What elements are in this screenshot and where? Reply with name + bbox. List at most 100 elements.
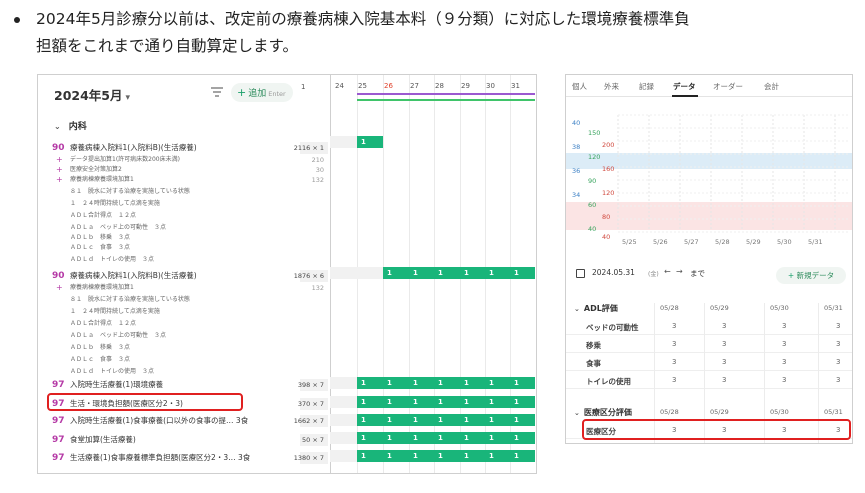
row-name: 生活療養(1)食事療養標準負担額(医療区分2・3… 3食 [70,453,251,462]
billing-row[interactable]: ＡＤＬ合計得点 １２点 [38,318,328,330]
x-axis-date-label: 5/31 [808,238,823,246]
gantt-day-27: 27 [410,82,419,90]
chevron-right-icon[interactable]: → [676,267,683,276]
gantt-bar-row-5[interactable]: 1 1 1 1 1 1 1 [357,414,535,426]
column-date: 05/28 [660,304,679,312]
evaluation-value[interactable]: 3 [836,322,840,330]
billing-row[interactable]: 90 療養病棟入院料1(入院料B)(生活療養) 2116 × 1 [38,142,328,154]
billing-row[interactable]: １ ２４時間持続して点滴を実施 [38,198,328,210]
section-title[interactable]: ⌄ ADL評価 [574,303,618,314]
billing-row[interactable]: ＡＤＬｄ トイレの使用 ３点 [38,366,328,378]
evaluation-value[interactable]: 3 [672,340,676,348]
gantt-empty-band [330,377,357,389]
filter-icon[interactable] [211,87,223,97]
billing-row[interactable]: ＡＤＬｄ トイレの使用 ３点 [38,254,328,266]
row-name: ８１ 脱水に対する治療を実施している状態 [70,296,190,303]
evaluation-value[interactable]: 3 [782,376,786,384]
evaluation-value[interactable]: 3 [836,358,840,366]
gantt-bar-row-7[interactable]: 1 1 1 1 1 1 1 [357,450,535,462]
billing-row[interactable]: + 療養病棟療養環境加算1 132 [38,174,328,186]
gantt-cell-count: 1 [438,269,443,277]
evaluation-row[interactable]: ベッドの可動性 3 3 3 3 [566,319,852,335]
evaluation-value[interactable]: 3 [722,340,726,348]
evaluation-value[interactable]: 3 [672,376,676,384]
gantt-cell-count: 1 [514,269,519,277]
billing-row[interactable]: 97 生活療養(1)食事療養標準負担額(医療区分2・3… 3食 1380 × 7 [38,452,328,464]
month-selector[interactable]: 2024年5月 ▾ [54,85,130,104]
row-name: １ ２４時間持続して点滴を実施 [70,308,160,315]
tab-outpatient[interactable]: 外来 [604,81,619,92]
billing-row[interactable]: ＡＤＬｃ 食事 ３点 [38,354,328,366]
evaluation-value[interactable]: 3 [722,322,726,330]
row-code: 90 [52,271,65,281]
section-title-text: 医療区分評価 [583,408,632,417]
gantt-bar-row-3[interactable]: 1 1 1 1 1 1 1 [357,377,535,389]
column-date: 05/30 [770,408,789,416]
tab-personal[interactable]: 個人 [572,81,587,92]
gantt-bar-row-1[interactable]: 1 [357,136,383,148]
billing-row[interactable]: 97 食堂加算(生活療養) 50 × 7 [38,434,328,446]
new-data-label: 新規データ [796,271,835,280]
section-internal-medicine[interactable]: ⌄ 内科 [54,119,87,132]
gantt-bar-row-4[interactable]: 1 1 1 1 1 1 1 [357,396,535,408]
evaluation-row[interactable]: トイレの使用 3 3 3 3 [566,373,852,389]
billing-row[interactable]: 97 入院時生活療養(1)環境療養 398 × 7 [38,379,328,391]
billing-list: 2024年5月 ▾ + 追加 Enter 1 ⌄ 内科 90 療養病棟入院料1(入院料B)… [38,75,328,473]
evaluation-value[interactable]: 3 [672,358,676,366]
add-label: 追加 [248,89,267,99]
billing-row[interactable]: ＡＤＬ合計得点 １２点 [38,210,328,222]
chevron-left-icon[interactable]: ← [664,267,671,276]
axis-tick-label: 120 [588,153,601,161]
evaluation-value[interactable]: 3 [782,358,786,366]
evaluation-value[interactable]: 3 [722,376,726,384]
x-axis-date-label: 5/25 [622,238,637,246]
tab-accounting[interactable]: 会計 [764,81,779,92]
evaluation-value[interactable]: 3 [782,340,786,348]
evaluation-value[interactable]: 3 [722,358,726,366]
gantt-cell-count: 1 [464,416,469,424]
gantt-cell-count: 1 [387,434,392,442]
evaluation-row[interactable]: 食事 3 3 3 3 [566,355,852,371]
billing-row[interactable]: ８１ 脱水に対する治療を実施している状態 [38,294,328,306]
tab-orders[interactable]: オーダー [713,81,743,92]
vitals-chart-svg [566,114,852,233]
evaluation-value[interactable]: 3 [782,322,786,330]
billing-row[interactable]: 97 入院時生活療養(1)食事療養(口以外の食事の提… 3食 1662 × 7 [38,415,328,427]
calendar-icon[interactable] [576,269,585,278]
section-title-text: ADL評価 [583,304,618,313]
gantt-cell-count: 1 [489,398,494,406]
gantt-cell-count: 1 [464,398,469,406]
row-name: ＡＤＬｃ 食事 ３点 [70,356,131,363]
evaluation-value[interactable]: 3 [836,376,840,384]
add-button[interactable]: + 追加 Enter [231,83,293,102]
billing-row[interactable]: 90 療養病棟入院料1(入院料B)(生活療養) 1876 × 6 [38,270,328,282]
gantt-cell-count: 1 [489,452,494,460]
gantt-bar-row-6[interactable]: 1 1 1 1 1 1 1 [357,432,535,444]
billing-row[interactable]: ＡＤＬｃ 食事 ３点 [38,242,328,254]
billing-row[interactable]: + 療養病棟療養環境加算1 132 [38,282,328,294]
column-date: 05/30 [770,304,789,312]
evaluation-value[interactable]: 3 [836,340,840,348]
gantt-bar-row-2[interactable]: 1 1 1 1 1 1 [383,267,535,279]
date-value[interactable]: 2024.05.31 [592,268,635,277]
row-code: 97 [52,435,65,445]
column-date: 05/29 [710,304,729,312]
tab-bar: 個人 外来 記録 データ オーダー 会計 [566,75,852,97]
billing-row[interactable]: ＡＤＬｂ 移乗 ３点 [38,342,328,354]
new-data-button[interactable]: + 新規データ [776,267,846,284]
gantt-cell-count: 1 [361,398,366,406]
billing-row[interactable]: ＡＤＬａ ベッド上の可動性 ３点 [38,330,328,342]
row-name: 入院時生活療養(1)環境療養 [70,380,164,389]
axis-tick-label: 160 [602,165,615,173]
weekday: (金) [648,271,659,278]
tab-records[interactable]: 記録 [639,81,654,92]
evaluation-row[interactable]: 移乗 3 3 3 3 [566,337,852,353]
gantt-empty-band [330,396,357,408]
billing-row[interactable]: ８１ 脱水に対する治療を実施している状態 [38,186,328,198]
gantt-cell-count: 1 [438,452,443,460]
evaluation-value[interactable]: 3 [672,322,676,330]
gantt-cell-count: 1 [514,452,519,460]
tab-data[interactable]: データ [673,81,696,92]
billing-row[interactable]: １ ２４時間持続して点滴を実施 [38,306,328,318]
section-title[interactable]: ⌄ 医療区分評価 [574,407,632,418]
